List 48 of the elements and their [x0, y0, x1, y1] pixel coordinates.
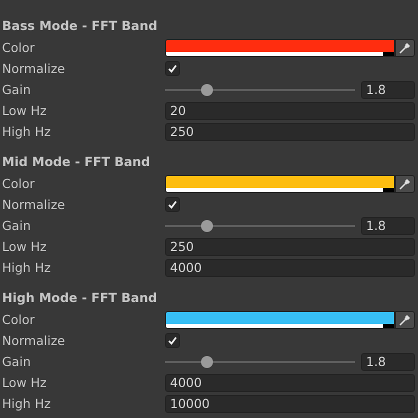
- number-field[interactable]: 1.8: [361, 352, 415, 370]
- checkmark-icon: [167, 199, 178, 210]
- number-field[interactable]: 250: [165, 238, 415, 256]
- field-label: Low Hz: [2, 375, 48, 390]
- field-label: Low Hz: [2, 103, 48, 118]
- slider-thumb[interactable]: [200, 356, 213, 368]
- number-field[interactable]: 1.8: [361, 80, 415, 98]
- checkmark-icon: [167, 335, 178, 346]
- section-title: High Mode - FFT Band: [2, 289, 158, 307]
- color-field[interactable]: [165, 174, 395, 192]
- field-label: Color: [2, 176, 36, 191]
- slider-thumb[interactable]: [200, 84, 213, 96]
- section-title: Mid Mode - FFT Band: [2, 153, 150, 171]
- field-label: High Hz: [2, 396, 52, 411]
- field-label: Normalize: [2, 333, 66, 348]
- color-field[interactable]: [165, 310, 395, 328]
- field-label: Low Hz: [2, 239, 48, 254]
- field-label: Color: [2, 312, 36, 327]
- eyedropper-button[interactable]: [395, 310, 415, 328]
- number-field[interactable]: 4000: [165, 374, 415, 392]
- number-field[interactable]: 250: [165, 122, 415, 140]
- number-field[interactable]: 20: [165, 102, 415, 120]
- slider-thumb[interactable]: [200, 220, 213, 232]
- color-field[interactable]: [165, 38, 395, 56]
- checkbox[interactable]: [165, 197, 180, 212]
- slider[interactable]: [165, 220, 355, 232]
- field-label: Gain: [2, 354, 32, 369]
- checkbox[interactable]: [165, 61, 180, 76]
- slider[interactable]: [165, 84, 355, 96]
- field-label: Gain: [2, 82, 32, 97]
- field-label: Normalize: [2, 61, 66, 76]
- eyedropper-button[interactable]: [395, 38, 415, 56]
- checkmark-icon: [167, 63, 178, 74]
- eyedropper-icon: [399, 178, 411, 190]
- section-title: Bass Mode - FFT Band: [2, 17, 158, 35]
- field-label: Gain: [2, 218, 32, 233]
- number-field[interactable]: 10000: [165, 394, 415, 412]
- field-label: High Hz: [2, 260, 52, 275]
- number-field[interactable]: 4000: [165, 258, 415, 276]
- field-label: High Hz: [2, 124, 52, 139]
- checkbox[interactable]: [165, 333, 180, 348]
- eyedropper-icon: [399, 42, 411, 54]
- eyedropper-button[interactable]: [395, 174, 415, 192]
- eyedropper-icon: [399, 314, 411, 326]
- number-field[interactable]: 1.8: [361, 216, 415, 234]
- field-label: Color: [2, 40, 36, 55]
- slider[interactable]: [165, 356, 355, 368]
- field-label: Normalize: [2, 197, 66, 212]
